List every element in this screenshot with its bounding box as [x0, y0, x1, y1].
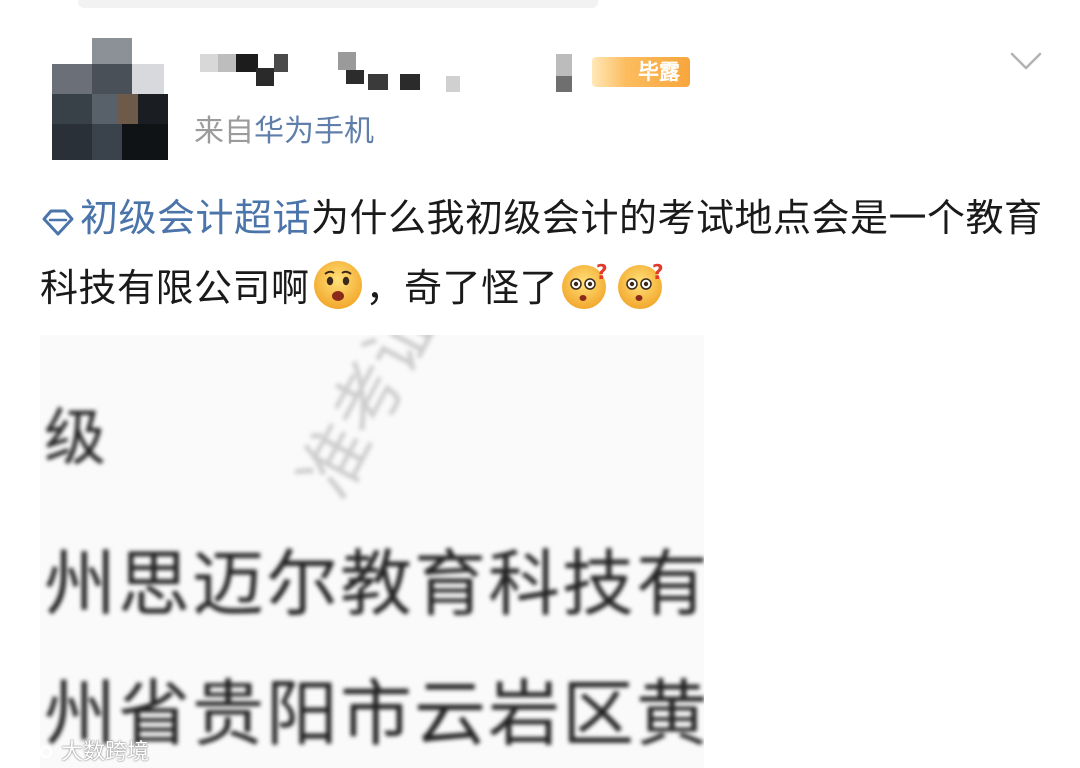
frowning-face-icon [312, 259, 364, 330]
image-text-line-2: 州思迈尔教育科技有 [44, 542, 704, 626]
membership-badge: 毕露 [592, 57, 690, 87]
source-device[interactable]: 华为手机 [254, 114, 374, 149]
chevron-down-icon[interactable] [1006, 44, 1046, 78]
topic-label: 初级会计超话 [80, 196, 312, 240]
svg-text:?: ? [596, 260, 608, 284]
post-body: 初级会计超话为什么我初级会计的考试地点会是一个教育科技有限公司啊 ，奇了怪了 ? [40, 186, 1050, 330]
watermark-logo-icon [8, 740, 61, 765]
post-text-part2: ，奇了怪了 [365, 266, 559, 310]
attached-image[interactable]: 准考证·格考 级 州思迈尔教育科技有 州省贵阳市云岩区黄 [40, 335, 704, 768]
topic-link[interactable]: 初级会计超话 [40, 196, 311, 240]
badge-text: 毕露 [638, 60, 680, 84]
confused-face-icon: ? [616, 259, 668, 330]
avatar[interactable] [52, 38, 170, 160]
image-diagonal-watermark: 准考证·格考 [270, 335, 534, 512]
post-source: 来自华为手机 [194, 112, 374, 152]
diamond-icon [40, 192, 76, 256]
previous-post-edge [78, 0, 598, 8]
source-prefix: 来自 [194, 114, 254, 149]
image-watermark: 大数跨境 [8, 734, 149, 766]
confused-face-icon: ? [560, 259, 612, 330]
image-text-line-1: 级 [44, 401, 107, 474]
svg-text:?: ? [652, 260, 664, 284]
watermark-text: 大数跨境 [61, 740, 150, 765]
